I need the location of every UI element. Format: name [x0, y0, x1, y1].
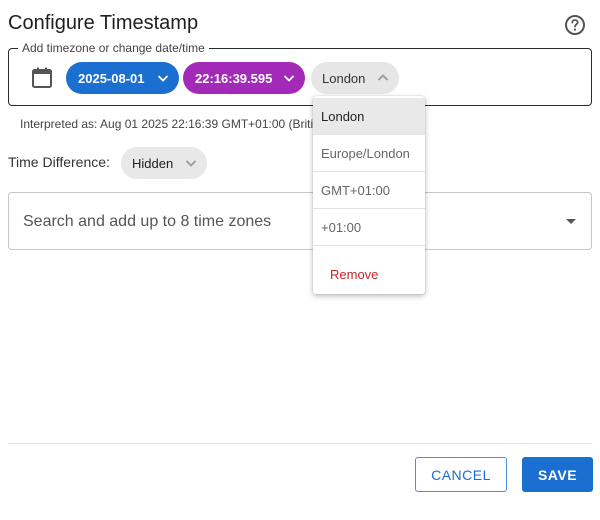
cancel-button[interactable]: CANCEL — [415, 457, 507, 492]
chevron-down-icon — [157, 75, 169, 82]
footer-divider — [8, 443, 592, 444]
menu-item-europe-london[interactable]: Europe/London — [313, 135, 425, 172]
fieldset-legend: Add timezone or change date/time — [18, 41, 209, 55]
dialog-title: Configure Timestamp — [8, 12, 199, 34]
calendar-icon[interactable] — [30, 66, 54, 90]
time-difference-value: Hidden — [132, 155, 174, 171]
chevron-down-icon — [185, 160, 197, 167]
help-icon[interactable] — [564, 14, 586, 36]
timezone-menu: London Europe/London GMT+01:00 +01:00 Re… — [313, 96, 425, 294]
menu-item-remove[interactable]: Remove — [313, 256, 425, 293]
time-chip[interactable]: 22:16:39.595 — [183, 62, 305, 94]
menu-item-gmt-offset[interactable]: GMT+01:00 — [313, 172, 425, 209]
timezone-search[interactable] — [8, 192, 592, 250]
menu-item-london[interactable]: London — [313, 98, 425, 135]
chevron-down-icon — [283, 75, 295, 82]
time-difference-select[interactable]: Hidden — [121, 147, 207, 179]
menu-item-offset[interactable]: +01:00 — [313, 209, 425, 246]
date-chip-label: 2025-08-01 — [78, 70, 145, 86]
time-chip-label: 22:16:39.595 — [195, 70, 273, 86]
time-difference-label: Time Difference: — [8, 154, 110, 170]
timezone-chip-label: London — [322, 70, 366, 86]
chevron-up-icon — [377, 74, 389, 81]
date-chip[interactable]: 2025-08-01 — [66, 62, 179, 94]
timezone-search-input[interactable] — [23, 211, 543, 233]
dropdown-arrow-icon[interactable] — [566, 219, 576, 224]
save-button[interactable]: SAVE — [522, 457, 593, 492]
timezone-chip[interactable]: London — [311, 62, 399, 94]
